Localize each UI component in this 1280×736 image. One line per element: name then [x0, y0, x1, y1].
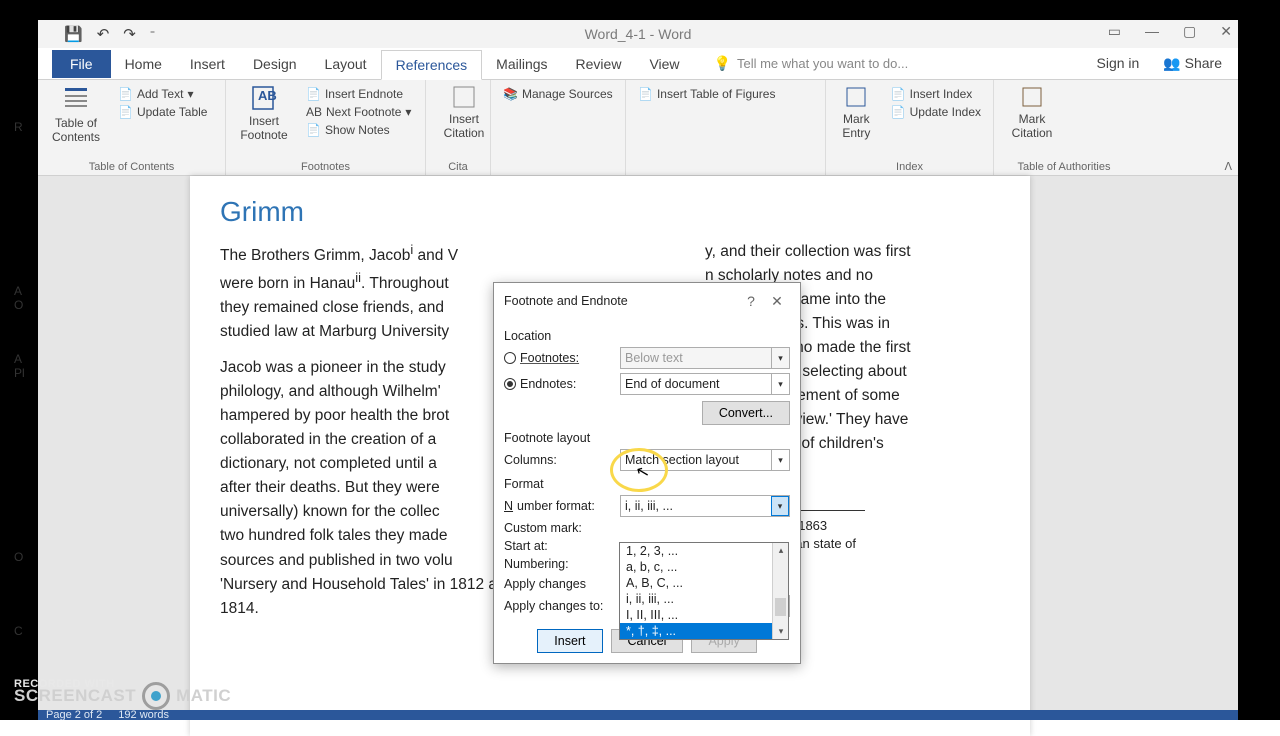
redo-icon[interactable]: ↷	[123, 25, 136, 43]
dialog-title: Footnote and Endnote	[504, 294, 628, 308]
manage-sources-button[interactable]: 📚 Manage Sources	[499, 86, 617, 102]
tell-me-box[interactable]: 💡 Tell me what you want to do...	[714, 55, 909, 72]
insert-footnote-button[interactable]: AB Insert Footnote	[234, 84, 294, 143]
dropdown-option[interactable]: 1, 2, 3, ...	[620, 543, 788, 559]
toc-label: Table of Contents	[52, 116, 100, 145]
dropdown-option[interactable]: A, B, C, ...	[620, 575, 788, 591]
tab-design[interactable]: Design	[239, 50, 311, 78]
group-index-label: Index	[826, 161, 993, 173]
mark-entry-label: Mark Entry	[842, 112, 870, 141]
convert-button[interactable]: Convert...	[702, 401, 790, 425]
tab-references[interactable]: References	[381, 50, 483, 80]
title-bar: 💾 ↶ ↷ ⁼ Word_4-1 - Word ▭ — ▢ ✕	[38, 20, 1238, 48]
dropdown-option[interactable]: i, ii, iii, ...	[620, 591, 788, 607]
add-text-button[interactable]: 📄 Add Text ▾	[114, 86, 211, 102]
dropdown-scrollbar[interactable]: ▴ ▾	[772, 543, 788, 639]
page-title: Grimm	[220, 196, 1000, 228]
footnotes-location-combo: Below text▾	[620, 347, 790, 369]
qat-dropdown-icon[interactable]: ⁼	[150, 29, 155, 40]
tab-view[interactable]: View	[635, 50, 693, 78]
tab-mailings[interactable]: Mailings	[482, 50, 561, 78]
update-index-button[interactable]: 📄 Update Index	[887, 104, 985, 120]
collapse-ribbon-icon[interactable]: ᐱ	[1224, 160, 1232, 173]
dropdown-option[interactable]: a, b, c, ...	[620, 559, 788, 575]
window-title: Word_4-1 - Word	[585, 26, 692, 42]
group-footnotes-label: Footnotes	[226, 161, 425, 173]
show-notes-button[interactable]: 📄 Show Notes	[302, 122, 415, 138]
tab-insert[interactable]: Insert	[176, 50, 239, 78]
group-citations-label: Cita	[426, 161, 490, 173]
ribbon: Table of Contents 📄 Add Text ▾ 📄 Update …	[38, 80, 1238, 176]
group-toc-label: Table of Contents	[38, 161, 225, 173]
mark-citation-label: Mark Citation	[1012, 112, 1053, 141]
numbering-label: Numbering:	[504, 557, 616, 571]
citation-label: Insert Citation	[444, 112, 485, 141]
tab-home[interactable]: Home	[111, 50, 176, 78]
svg-text:AB: AB	[258, 88, 277, 103]
insert-citation-button[interactable]: Insert Citation	[434, 84, 494, 141]
ribbon-options-icon[interactable]: ▭	[1108, 23, 1121, 40]
insert-tof-button[interactable]: 📄 Insert Table of Figures	[634, 86, 817, 102]
endnotes-location-combo[interactable]: End of document▾	[620, 373, 790, 395]
start-at-label: Start at:	[504, 539, 616, 553]
tab-review[interactable]: Review	[562, 50, 636, 78]
columns-label: Columns:	[504, 453, 616, 467]
location-header: Location	[504, 329, 790, 343]
watermark: SCREENCAST MATIC	[14, 682, 231, 710]
share-button[interactable]: 👥 Share	[1163, 55, 1222, 72]
scroll-thumb[interactable]	[775, 598, 786, 616]
close-icon[interactable]: ✕	[1220, 23, 1232, 40]
word-count[interactable]: 192 words	[118, 710, 169, 720]
cropped-text: R AO APl O C	[14, 120, 25, 638]
maximize-icon[interactable]: ▢	[1183, 23, 1196, 40]
dropdown-option-selected[interactable]: *, †, ‡, ...	[620, 623, 788, 639]
minimize-icon[interactable]: —	[1145, 23, 1159, 40]
page-indicator[interactable]: Page 2 of 2	[46, 710, 102, 720]
mark-entry-button[interactable]: Mark Entry	[834, 84, 879, 141]
endnotes-radio[interactable]: Endnotes:	[504, 377, 616, 391]
dropdown-option[interactable]: I, II, III, ...	[620, 607, 788, 623]
update-table-button[interactable]: 📄 Update Table	[114, 104, 211, 120]
document-area: Grimm The Brothers Grimm, Jacobi and V w…	[38, 176, 1238, 720]
next-footnote-button[interactable]: AB Next Footnote ▾	[302, 104, 415, 120]
insert-endnote-button[interactable]: 📄 Insert Endnote	[302, 86, 415, 102]
custom-mark-label: Custom mark:	[504, 521, 616, 535]
format-header: Format	[504, 477, 790, 491]
group-toa-label: Table of Authorities	[994, 161, 1134, 173]
dialog-help-icon[interactable]: ?	[738, 291, 764, 311]
footnote-label: Insert Footnote	[240, 114, 287, 143]
number-format-dropdown[interactable]: 1, 2, 3, ... a, b, c, ... A, B, C, ... i…	[619, 542, 789, 640]
tab-file[interactable]: File	[52, 50, 111, 78]
footnotes-radio[interactable]: Footnotes:	[504, 351, 616, 365]
save-icon[interactable]: 💾	[64, 25, 83, 43]
apply-to-label: Apply changes to:	[504, 599, 616, 613]
tell-me-text: Tell me what you want to do...	[737, 56, 908, 71]
scroll-down-icon[interactable]: ▾	[773, 624, 789, 639]
number-format-label: Number format:	[504, 499, 616, 513]
columns-combo[interactable]: Match section layout▾	[620, 449, 790, 471]
insert-index-button[interactable]: 📄 Insert Index	[887, 86, 985, 102]
ribbon-tabs: File Home Insert Design Layout Reference…	[38, 48, 1238, 80]
number-format-combo[interactable]: i, ii, iii, ...▾	[620, 495, 790, 517]
dialog-close-icon[interactable]: ✕	[764, 291, 790, 311]
footnote-endnote-dialog: Footnote and Endnote ? ✕ Location Footno…	[493, 282, 801, 664]
scroll-up-icon[interactable]: ▴	[773, 543, 789, 558]
undo-icon[interactable]: ↶	[97, 25, 110, 43]
insert-button[interactable]: Insert	[537, 629, 602, 653]
table-of-contents-button[interactable]: Table of Contents	[46, 84, 106, 145]
sign-in-button[interactable]: Sign in	[1097, 55, 1140, 72]
mark-citation-button[interactable]: Mark Citation	[1002, 84, 1062, 141]
bulb-icon: 💡	[714, 55, 731, 72]
status-bar: Page 2 of 2 192 words	[38, 710, 1238, 720]
layout-header: Footnote layout	[504, 431, 790, 445]
quick-access-toolbar: 💾 ↶ ↷ ⁼	[38, 25, 155, 43]
watermark-logo-icon	[142, 682, 170, 710]
tab-layout[interactable]: Layout	[311, 50, 381, 78]
